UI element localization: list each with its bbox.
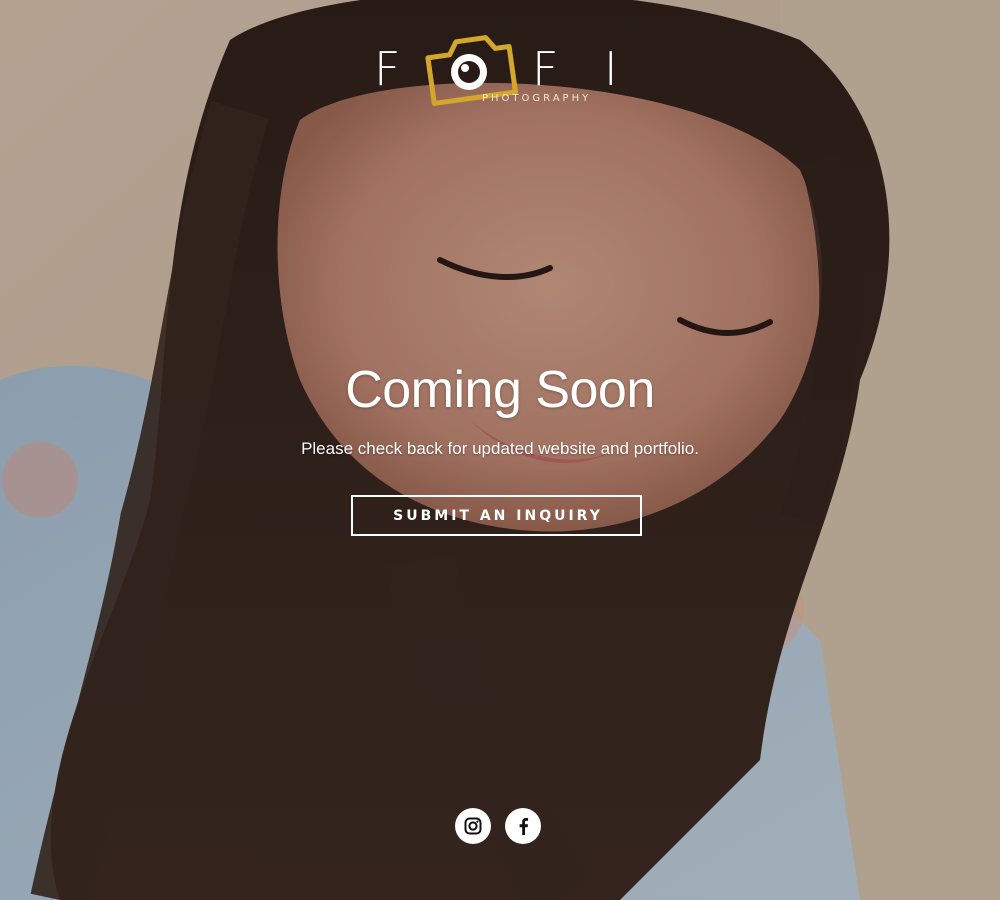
page-title: Coming Soon — [345, 361, 655, 419]
facebook-link[interactable] — [505, 808, 541, 844]
logo-subtitle: PHOTOGRAPHY — [482, 93, 592, 104]
submit-inquiry-button[interactable]: SUBMIT AN INQUIRY — [351, 495, 642, 536]
instagram-icon — [464, 817, 482, 835]
logo-letter-i: I — [604, 42, 618, 96]
facebook-icon — [519, 818, 529, 835]
page: F F I PHOTOGRAPHY Coming Soon Please che… — [0, 0, 1000, 900]
brand-logo[interactable]: F F I PHOTOGRAPHY — [0, 30, 1000, 110]
instagram-link[interactable] — [455, 808, 491, 844]
page-subtitle: Please check back for updated website an… — [301, 439, 699, 458]
social-links — [455, 808, 545, 844]
logo-letter-f2: F — [532, 42, 559, 96]
logo-letter-f: F — [374, 42, 401, 96]
